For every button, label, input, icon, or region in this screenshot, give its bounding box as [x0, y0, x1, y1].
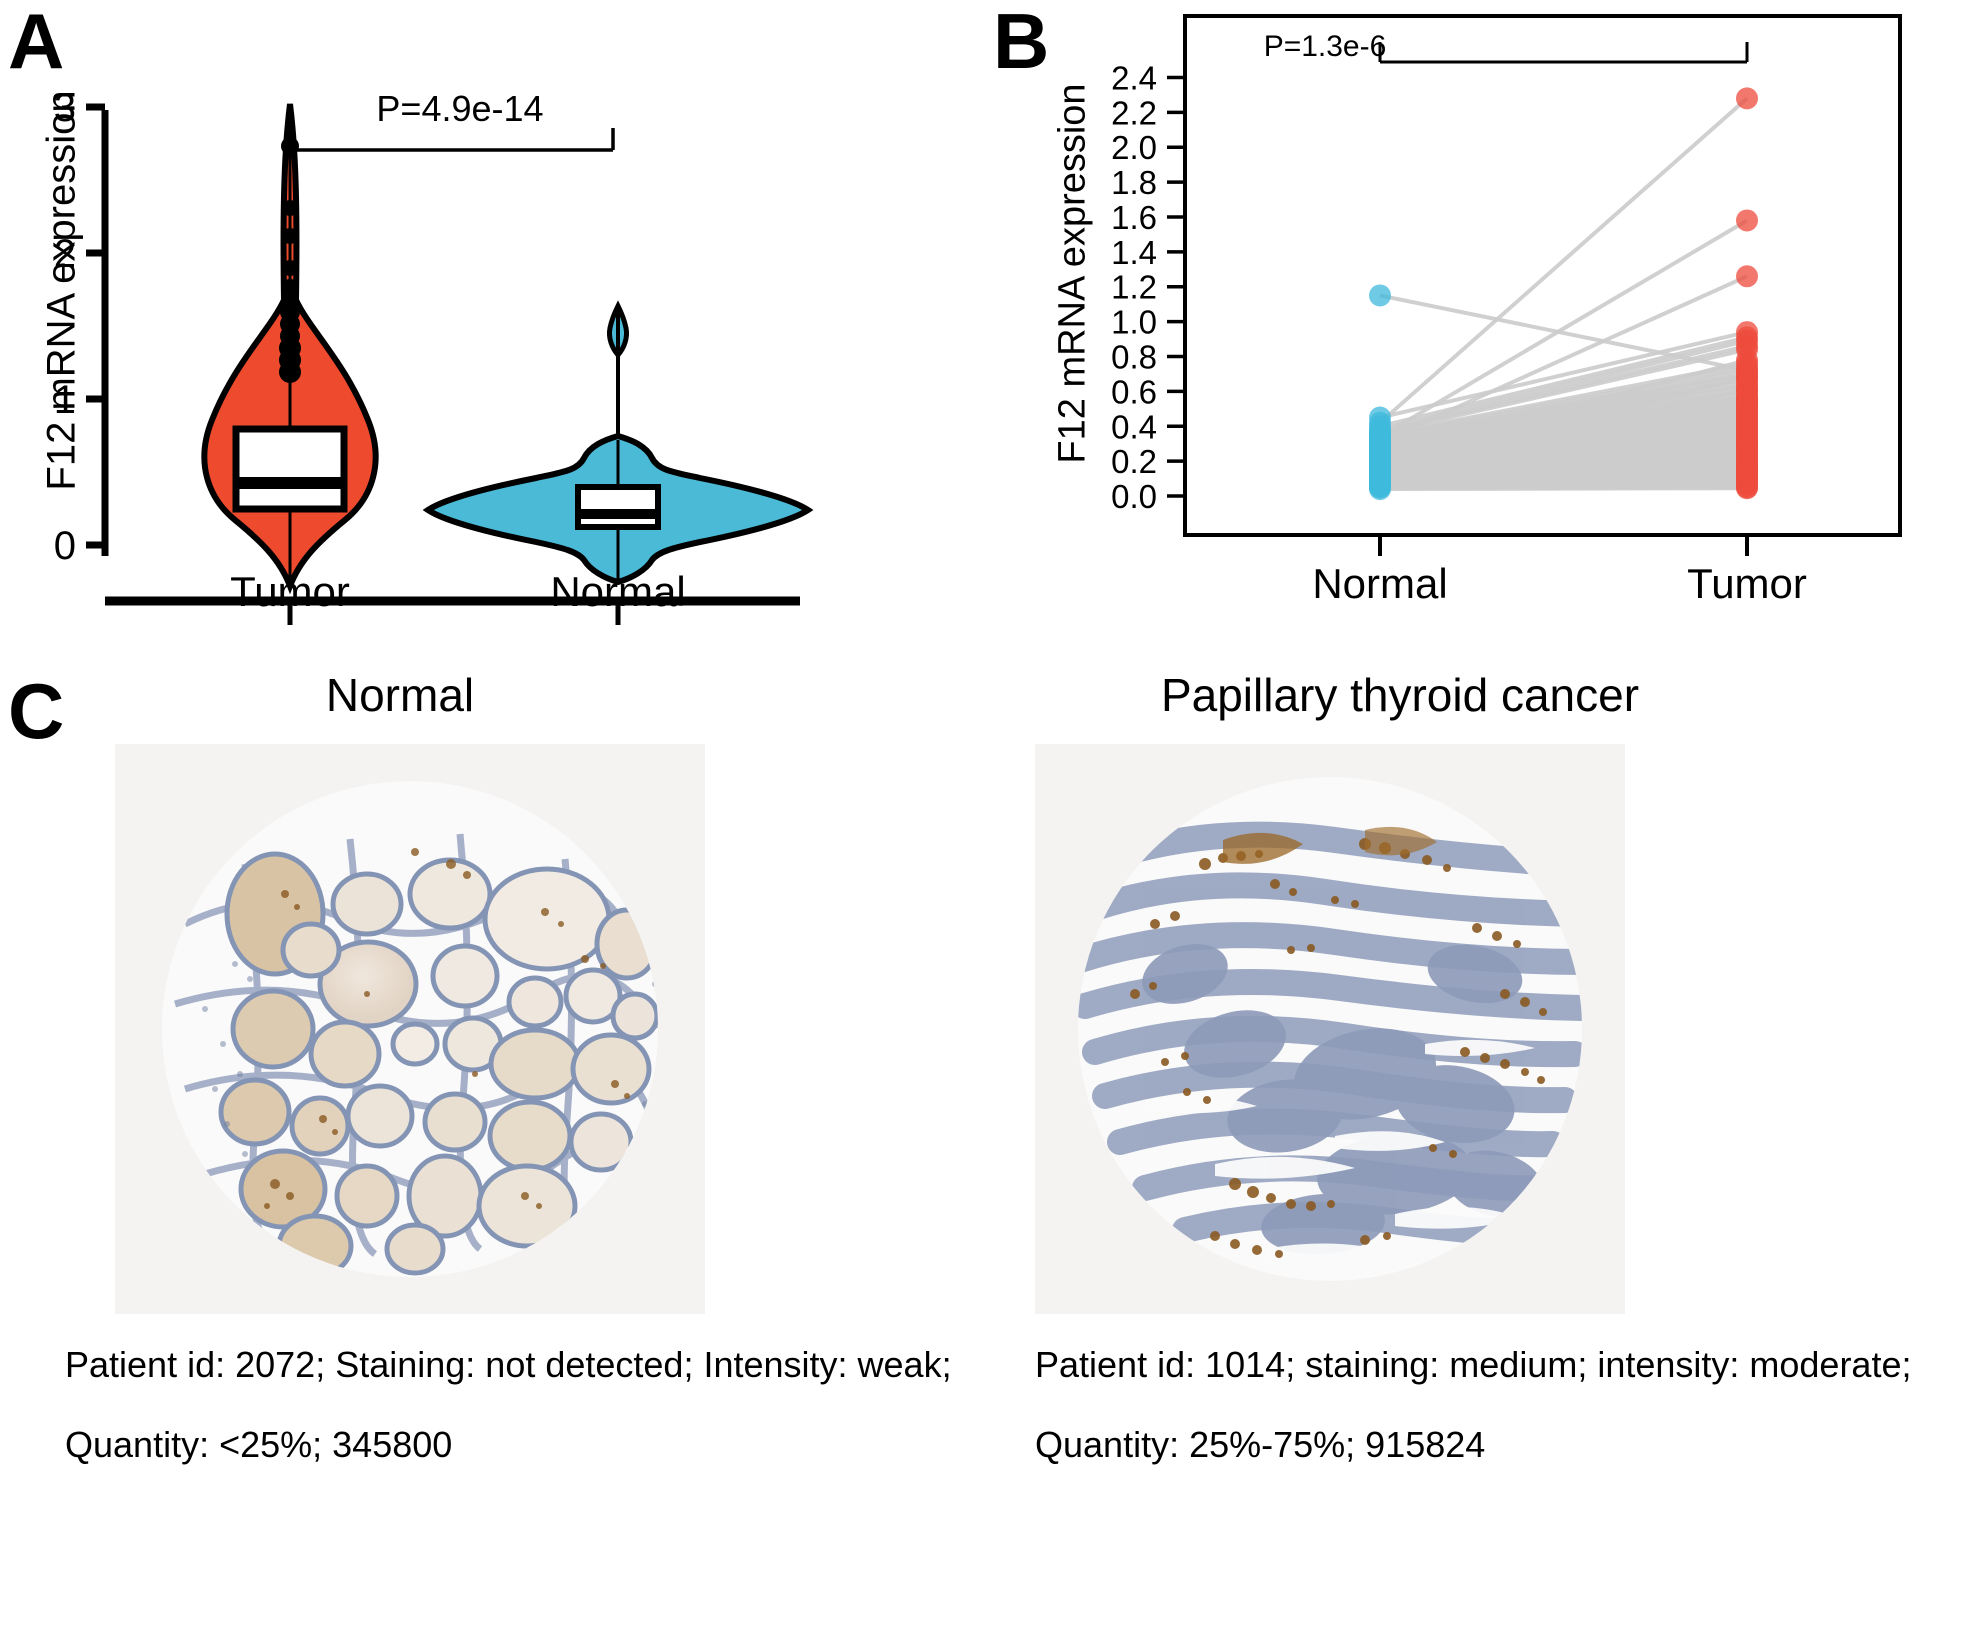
micrograph-tumor-image [1035, 744, 1625, 1314]
panel-b-y-tick-label: 0.6 [1111, 373, 1157, 410]
panel-a-tumor-box [232, 425, 348, 513]
panel-c-caption-tumor-line2: Quantity: 25%-75%; 915824 [1035, 1424, 1486, 1466]
panel-b-dot-normal [1369, 284, 1391, 307]
panel-b-pvalue-label: P=1.3e-6 [1263, 30, 1387, 63]
figure-root: A F12 mRNA expression P=4.9e-14 0 1 2 3 [0, 0, 1965, 1631]
panel-b-y-tick-label: 1.0 [1111, 304, 1157, 341]
panel-a: A F12 mRNA expression P=4.9e-14 0 1 2 3 [0, 0, 980, 640]
panel-c-caption-normal-line1: Patient id: 2072; Staining: not detected… [65, 1344, 952, 1385]
panel-b-y-tick-label: 0.8 [1111, 339, 1157, 376]
panel-b-y-tick-label: 1.4 [1111, 234, 1157, 271]
panel-b-y-tick-label: 1.6 [1111, 199, 1157, 236]
micrograph-normal-image [115, 744, 705, 1314]
panel-b-dot-tumor [1736, 432, 1758, 455]
panel-b-y-tick-label: 0.2 [1111, 443, 1157, 480]
micrograph-normal [115, 744, 705, 1314]
svg-text:3: 3 [54, 86, 76, 130]
panel-c-column-tumor: Papillary thyroid cancer Patient id: 101… [1035, 650, 1935, 1475]
panel-b-x-label-normal: Normal [1312, 560, 1448, 607]
panel-b-y-tick-labels: 0.00.20.40.60.81.01.21.41.61.82.02.22.4 [1111, 59, 1157, 515]
panel-b-y-tick-label: 2.2 [1111, 94, 1157, 131]
panel-c-column-normal: Normal Patient id: 2072; Staining: not d… [35, 650, 952, 1475]
panel-a-x-label-normal: Normal [550, 568, 686, 615]
panel-b-dots-normal [1369, 284, 1391, 501]
panel-a-x-label-tumor: Tumor [230, 568, 350, 615]
panel-b-y-tick-label: 2.0 [1111, 129, 1157, 166]
panel-a-plot: 0 1 2 3 [54, 86, 814, 625]
panel-c: C Normal Patient id: 2072; Staining: not… [0, 650, 1965, 1631]
panel-c-caption-normal-line2: Quantity: <25%; 345800 [65, 1424, 453, 1466]
panel-c-heading-normal: Normal [325, 669, 475, 721]
panel-b-dots-tumor [1736, 87, 1758, 500]
panel-b-dot-tumor [1736, 349, 1758, 371]
panel-b-y-tick-label: 0.4 [1111, 408, 1157, 445]
svg-text:2: 2 [54, 232, 76, 276]
panel-b-y-tick-label: 0.0 [1111, 478, 1157, 515]
panel-b-links [1378, 96, 1749, 492]
panel-b-y-tick-label: 1.8 [1111, 164, 1157, 201]
panel-c-caption-tumor-line1: Patient id: 1014; staining: medium; inte… [1035, 1344, 1912, 1385]
panel-b-dot-tumor [1736, 209, 1758, 232]
panel-a-y-tick-labels: 0 1 2 3 [54, 86, 76, 568]
panel-b-y-tick-label: 1.2 [1111, 269, 1157, 306]
panel-c-heading-tumor: Papillary thyroid cancer [1160, 669, 1640, 721]
panel-b-y-tick-label: 2.4 [1111, 59, 1157, 96]
micrograph-tumor [1035, 744, 1625, 1314]
panel-b-y-ticks [1167, 75, 1185, 498]
panel-b-pair-line [1379, 486, 1748, 492]
svg-text:1: 1 [54, 378, 76, 422]
panel-b-plot: 0.00.20.40.60.81.01.21.41.61.82.02.22.4 [1111, 14, 1902, 556]
panel-b-x-label-tumor: Tumor [1687, 560, 1807, 607]
panel-b-dot-tumor [1736, 265, 1758, 288]
panel-b-dot-tumor [1736, 464, 1758, 487]
panel-a-violin-normal [422, 300, 814, 586]
panel-b-dot-tumor [1736, 87, 1758, 110]
panel-a-violin-tumor [201, 103, 379, 595]
panel-a-significance-bracket [288, 128, 615, 152]
svg-text:0: 0 [54, 524, 76, 568]
panel-b-dot-normal [1369, 424, 1391, 446]
panel-b-dot-normal [1369, 446, 1391, 469]
panel-a-normal-box [575, 484, 661, 530]
panel-b: B F12 mRNA expression 0.0 0.2 0.4 0.6 0.8 1.0… [985, 0, 1965, 640]
